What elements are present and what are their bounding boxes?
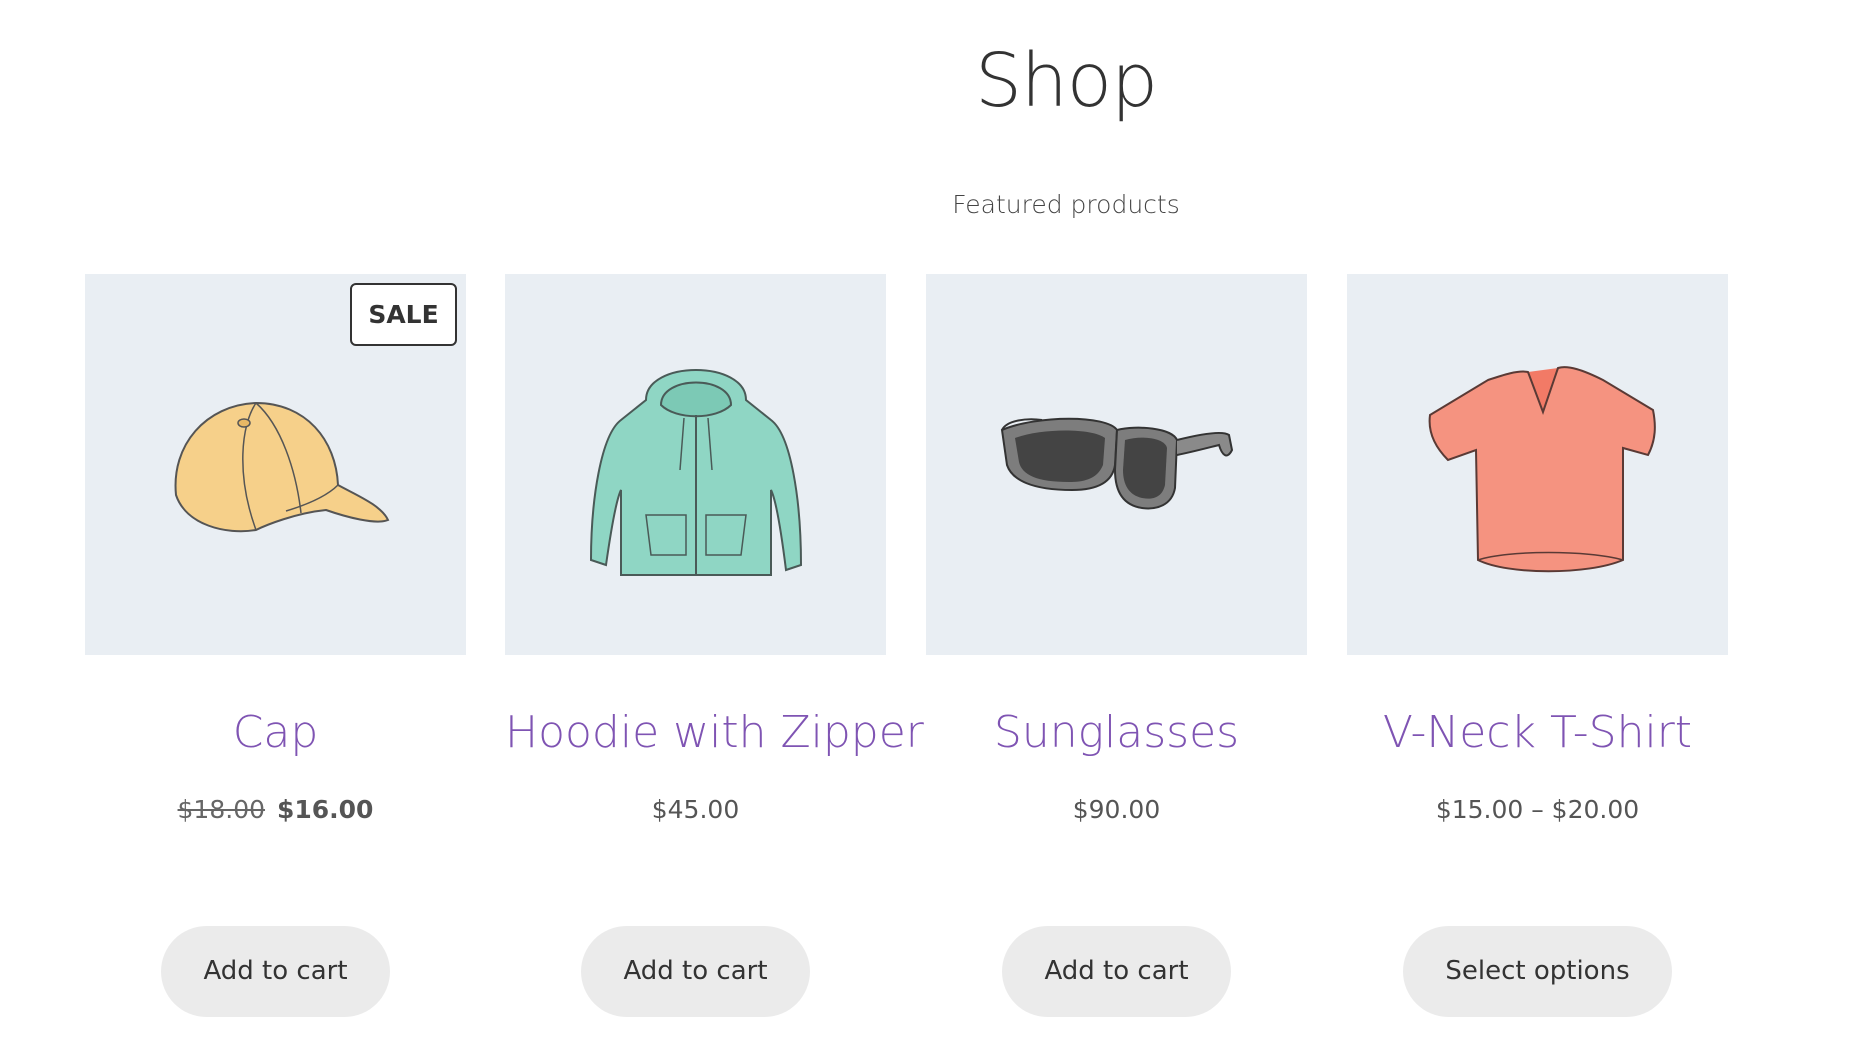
shop-page: Shop Featured products SALE Cap $18.00 $… (0, 0, 1858, 1052)
product-card-cap: SALE Cap $18.00 $16.00 Add to cart (85, 274, 466, 1017)
product-price: $18.00 $16.00 (85, 795, 466, 831)
product-card-hoodie: Hoodie with Zipper $45.00 Add to cart (505, 274, 924, 1017)
hoodie-icon (589, 368, 802, 576)
product-image-sunglasses[interactable] (926, 274, 1307, 655)
original-price: $18.00 (177, 795, 266, 824)
sunglasses-icon (1000, 417, 1233, 509)
product-price: $45.00 (651, 795, 740, 824)
add-to-cart-button[interactable]: Add to cart (161, 926, 390, 1017)
cap-icon (174, 401, 389, 532)
select-options-button[interactable]: Select options (1403, 926, 1672, 1017)
page-title: Shop (974, 38, 1158, 124)
sale-price: $16.00 (276, 795, 374, 824)
tshirt-icon (1428, 365, 1656, 572)
product-name-link[interactable]: Hoodie with Zipper (505, 707, 924, 767)
add-to-cart-button[interactable]: Add to cart (1002, 926, 1231, 1017)
sale-badge: SALE (350, 283, 457, 346)
product-name-link[interactable]: V-Neck T-Shirt (1347, 707, 1728, 767)
add-to-cart-button[interactable]: Add to cart (581, 926, 810, 1017)
product-card-vneck-tshirt: V-Neck T-Shirt $15.00 – $20.00 Select op… (1347, 274, 1728, 1017)
product-price: $15.00 – $20.00 (1435, 795, 1640, 824)
featured-products-heading: Featured products (952, 190, 1180, 219)
product-image-tshirt[interactable] (1347, 274, 1728, 655)
product-image-cap[interactable]: SALE (85, 274, 466, 655)
product-name-link[interactable]: Sunglasses (926, 707, 1307, 767)
product-card-sunglasses: Sunglasses $90.00 Add to cart (926, 274, 1307, 1017)
product-name-link[interactable]: Cap (85, 707, 466, 767)
product-price: $90.00 (1072, 795, 1161, 824)
product-image-hoodie[interactable] (505, 274, 886, 655)
